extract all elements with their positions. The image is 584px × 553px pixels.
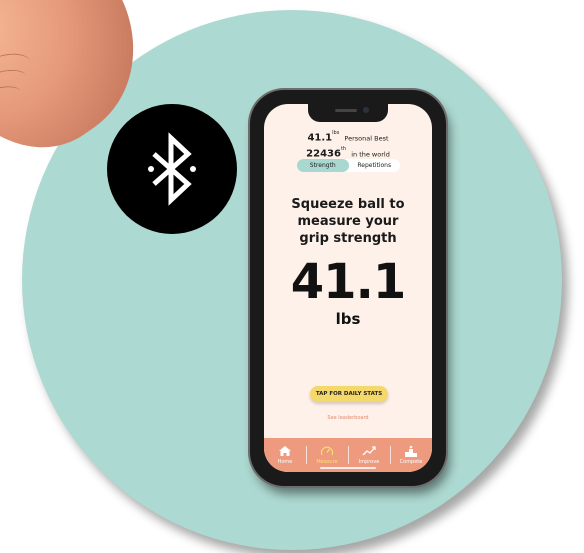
world-rank-value: 22436 (306, 148, 341, 160)
phone-notch (308, 104, 388, 122)
bluetooth-icon (148, 132, 196, 206)
home-icon (279, 446, 291, 456)
personal-best-value: 41.1 (307, 132, 333, 144)
world-rank-suffix: th (340, 146, 347, 153)
strength-reading: 41.1 (290, 254, 406, 310)
nav-item-compete[interactable]: Compete (390, 438, 432, 472)
camera-icon (363, 107, 369, 113)
gauge-icon (320, 446, 334, 456)
home-indicator (320, 467, 376, 469)
nav-item-home[interactable]: Home (264, 438, 306, 472)
trend-icon (362, 446, 376, 456)
phone-screen: 41.1lbs Personal Best 22436th in the wor… (264, 104, 432, 472)
tab-strength[interactable]: Strength (297, 159, 349, 172)
personal-best-label: Personal Best (344, 134, 389, 143)
phone-frame: 41.1lbs Personal Best 22436th in the wor… (250, 90, 446, 486)
podium-icon (405, 445, 417, 457)
mode-segmented-control: Strength Repetitions (297, 159, 400, 172)
leaderboard-link[interactable]: See leaderboard (264, 415, 432, 421)
instruction-text: Squeeze ball to measure your grip streng… (291, 197, 405, 246)
personal-best-unit: lbs (332, 130, 340, 136)
tab-repetitions[interactable]: Repetitions (349, 159, 401, 172)
bluetooth-badge (107, 104, 237, 234)
world-rank-label: in the world (351, 150, 390, 159)
daily-stats-button[interactable]: TAP FOR DAILY STATS (310, 386, 388, 402)
personal-best-block: 41.1lbs Personal Best 22436th in the wor… (264, 128, 432, 161)
strength-unit: lbs (335, 310, 361, 328)
